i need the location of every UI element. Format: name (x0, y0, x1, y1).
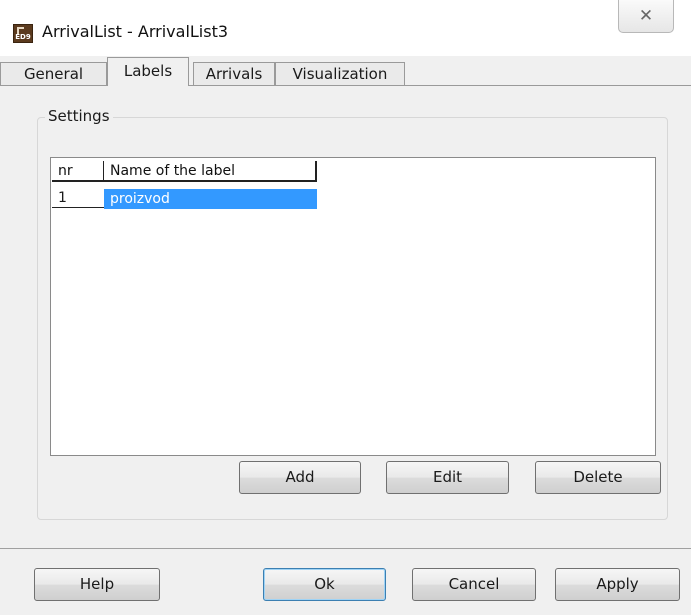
app-icon: ED9 (13, 24, 33, 43)
table-row-nr[interactable]: 1 (52, 188, 104, 208)
close-icon: ✕ (638, 6, 654, 26)
delete-button[interactable]: Delete (535, 461, 661, 494)
window-title: ArrivalList - ArrivalList3 (42, 22, 229, 41)
apply-button[interactable]: Apply (555, 568, 680, 601)
header-divider (52, 180, 317, 182)
table-row-name-selected[interactable]: proizvod (104, 189, 317, 209)
ok-button[interactable]: Ok (263, 568, 386, 601)
close-button[interactable]: ✕ (618, 0, 674, 33)
edit-button[interactable]: Edit (386, 461, 509, 494)
tab-labels[interactable]: Labels (107, 57, 189, 86)
add-button[interactable]: Add (239, 461, 361, 494)
tab-general[interactable]: General (0, 62, 107, 85)
title-bar: ED9 ArrivalList - ArrivalList3 ✕ (0, 0, 691, 56)
tab-arrivals[interactable]: Arrivals (193, 62, 275, 85)
settings-legend: Settings (45, 107, 113, 125)
labels-table[interactable]: nr Name of the label 1 proizvod (50, 157, 656, 456)
tab-visualization[interactable]: Visualization (275, 62, 405, 85)
tab-strip-border (0, 85, 691, 86)
app-icon-text: ED9 (15, 33, 31, 41)
cancel-button[interactable]: Cancel (412, 568, 536, 601)
footer-separator (0, 548, 691, 549)
help-button[interactable]: Help (34, 568, 160, 601)
column-header-nr[interactable]: nr (52, 161, 104, 181)
column-header-name[interactable]: Name of the label (104, 161, 317, 181)
